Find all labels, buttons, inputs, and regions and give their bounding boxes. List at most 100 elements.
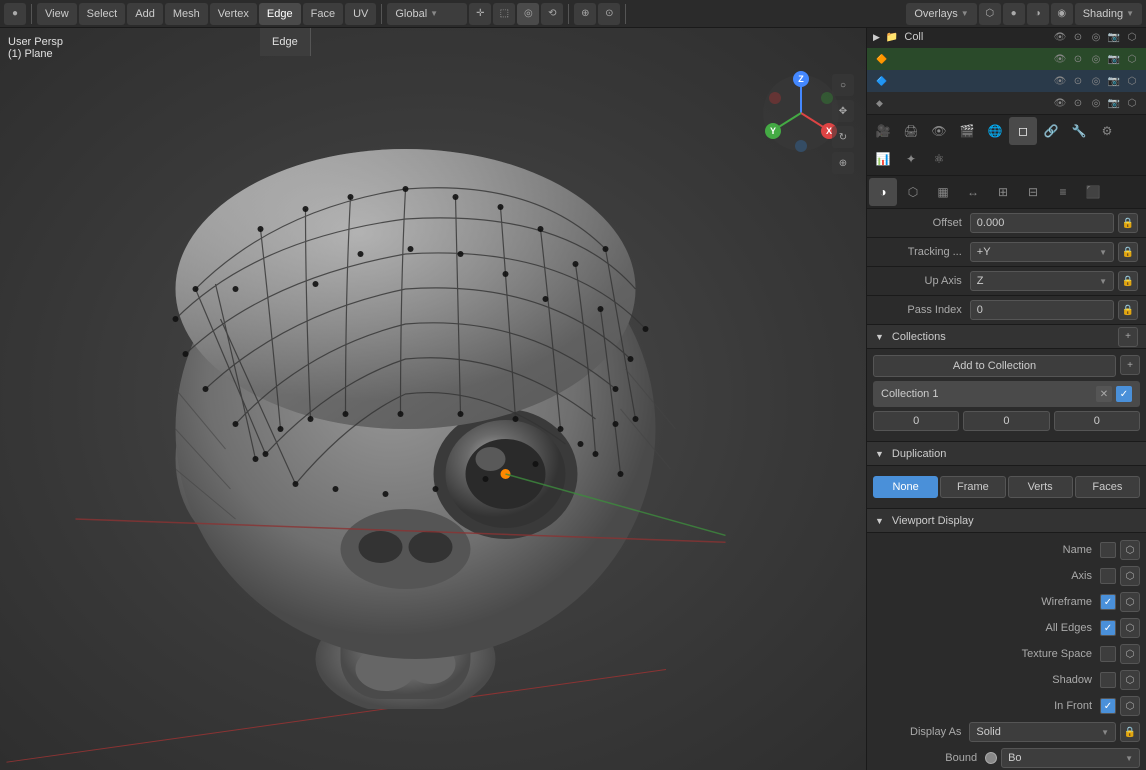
app-icon[interactable]: ● <box>4 3 26 25</box>
dup-faces-btn[interactable]: Faces <box>1075 476 1140 498</box>
menu-face[interactable]: Face <box>303 3 343 25</box>
dup-frame-btn[interactable]: Frame <box>940 476 1005 498</box>
overlays-btn[interactable]: Overlays ▼ <box>906 3 976 25</box>
obj-vis[interactable]: 👁 <box>1052 51 1068 67</box>
sub-tab-6[interactable]: ⊟ <box>1019 178 1047 206</box>
menu-view[interactable]: View <box>37 3 77 25</box>
display-as-dropdown[interactable]: Solid ▼ <box>969 722 1116 742</box>
in-front-checkbox[interactable]: ✓ <box>1100 698 1116 714</box>
axis-extra[interactable]: ⬡ <box>1120 566 1140 586</box>
obj-cam[interactable]: 📷 <box>1106 51 1122 67</box>
cursor-icon[interactable]: ✛ <box>469 3 491 25</box>
props-tab-world[interactable]: 🌐 <box>981 117 1009 145</box>
texture-extra[interactable]: ⬡ <box>1120 644 1140 664</box>
tracking-lock[interactable]: 🔒 <box>1118 242 1138 262</box>
offset-lock[interactable]: 🔒 <box>1118 213 1138 233</box>
sub-tab-5[interactable]: ⊞ <box>989 178 1017 206</box>
menu-select[interactable]: Select <box>79 3 126 25</box>
props-tab-modifier[interactable]: 🔧 <box>1065 117 1093 145</box>
up-axis-dropdown[interactable]: Z ▼ <box>970 271 1114 291</box>
shading-btn[interactable]: Shading ▼ <box>1075 3 1142 25</box>
vp-icon-2[interactable]: ⬡ <box>1124 29 1140 45</box>
obj3-vis[interactable]: 👁 <box>1052 95 1068 111</box>
viewport[interactable]: User Persp (1) Plane <box>0 28 866 770</box>
obj3-vp[interactable]: ⬡ <box>1124 95 1140 111</box>
obj2-sel[interactable]: ⊙ <box>1070 73 1086 89</box>
sub-tab-4[interactable]: ↔ <box>959 178 987 206</box>
dup-verts-btn[interactable]: Verts <box>1008 476 1073 498</box>
props-tab-shader[interactable]: ⚙ <box>1093 117 1121 145</box>
pass-index-lock[interactable]: 🔒 <box>1118 300 1138 320</box>
menu-add[interactable]: Add <box>127 3 163 25</box>
box-select-icon[interactable]: ⬚ <box>493 3 515 25</box>
z-field[interactable]: 0 <box>1054 411 1140 431</box>
nav-arrows-icon[interactable]: ✥ <box>832 100 854 122</box>
up-axis-lock[interactable]: 🔒 <box>1118 271 1138 291</box>
obj3-cam[interactable]: 📷 <box>1106 95 1122 111</box>
obj2-vis[interactable]: 👁 <box>1052 73 1068 89</box>
props-tab-scene[interactable]: 🎬 <box>953 117 981 145</box>
menu-mesh[interactable]: Mesh <box>165 3 208 25</box>
render-icon[interactable]: ◉ <box>1051 3 1073 25</box>
add-collection-btn[interactable]: Add to Collection <box>873 355 1116 377</box>
name-checkbox[interactable] <box>1100 542 1116 558</box>
all-edges-extra[interactable]: ⬡ <box>1120 618 1140 638</box>
transform-icon[interactable]: ⟲ <box>541 3 563 25</box>
dup-none-btn[interactable]: None <box>873 476 938 498</box>
nav-rotate-icon[interactable]: ↻ <box>832 126 854 148</box>
cam-icon-2[interactable]: 📷 <box>1106 29 1122 45</box>
wireframe-extra[interactable]: ⬡ <box>1120 592 1140 612</box>
obj2-ren[interactable]: ◎ <box>1088 73 1104 89</box>
solid-icon[interactable]: ● <box>1003 3 1025 25</box>
offset-field[interactable]: 0.000 <box>970 213 1114 233</box>
props-tab-constraints[interactable]: 🔗 <box>1037 117 1065 145</box>
sub-tab-2[interactable]: ⬡ <box>899 178 927 206</box>
lasso-icon[interactable]: ◎ <box>517 3 539 25</box>
axis-checkbox[interactable] <box>1100 568 1116 584</box>
all-edges-checkbox[interactable]: ✓ <box>1100 620 1116 636</box>
tree-row-obj3[interactable]: ◆ 👁 ⊙ ◎ 📷 ⬡ <box>867 92 1146 114</box>
sub-tab-8[interactable]: ⬛ <box>1079 178 1107 206</box>
pass-index-field[interactable]: 0 <box>970 300 1114 320</box>
tree-row-obj1[interactable]: 🔶 👁 ⊙ ◎ 📷 ⬡ <box>867 48 1146 70</box>
duplication-header[interactable]: ▼ Duplication <box>867 442 1146 466</box>
obj2-cam[interactable]: 📷 <box>1106 73 1122 89</box>
material-icon[interactable]: ◑ <box>1027 3 1049 25</box>
wireframe-checkbox[interactable]: ✓ <box>1100 594 1116 610</box>
collection-item-1[interactable]: Collection 1 ✕ ✓ <box>873 381 1140 407</box>
visibility-icon[interactable]: 👁 <box>1052 29 1068 45</box>
props-tab-output[interactable]: 🖨 <box>897 117 925 145</box>
sub-tab-7[interactable]: ≡ <box>1049 178 1077 206</box>
y-field[interactable]: 0 <box>963 411 1049 431</box>
name-extra[interactable]: ⬡ <box>1120 540 1140 560</box>
collections-header[interactable]: ▼ Collections + <box>867 325 1146 349</box>
obj3-ren[interactable]: ◎ <box>1088 95 1104 111</box>
vp-display-header[interactable]: ▼ Viewport Display <box>867 509 1146 533</box>
bound-dot[interactable] <box>985 752 997 764</box>
props-tab-particles[interactable]: ✦ <box>897 145 925 173</box>
wireframe-icon[interactable]: ⬡ <box>979 3 1001 25</box>
select-icon[interactable]: ⊙ <box>1070 29 1086 45</box>
x-field[interactable]: 0 <box>873 411 959 431</box>
edge-tab[interactable]: Edge <box>260 28 311 56</box>
obj2-vp[interactable]: ⬡ <box>1124 73 1140 89</box>
props-tab-data[interactable]: 📊 <box>869 145 897 173</box>
add-collection-plus[interactable]: + <box>1120 355 1140 375</box>
proportional-icon[interactable]: ⊙ <box>598 3 620 25</box>
tree-row-obj2[interactable]: 🔷 👁 ⊙ ◎ 📷 ⬡ <box>867 70 1146 92</box>
obj3-sel[interactable]: ⊙ <box>1070 95 1086 111</box>
obj-vp[interactable]: ⬡ <box>1124 51 1140 67</box>
menu-uv[interactable]: UV <box>345 3 376 25</box>
props-tab-view[interactable]: 👁 <box>925 117 953 145</box>
nav-circle-icon[interactable]: ○ <box>832 74 854 96</box>
obj-sel[interactable]: ⊙ <box>1070 51 1086 67</box>
snap-icon[interactable]: ⊕ <box>574 3 596 25</box>
collections-add-icon[interactable]: + <box>1118 327 1138 347</box>
collection-remove-btn[interactable]: ✕ <box>1096 386 1112 402</box>
props-tab-object[interactable]: ◻ <box>1009 117 1037 145</box>
obj-ren[interactable]: ◎ <box>1088 51 1104 67</box>
menu-vertex[interactable]: Vertex <box>210 3 257 25</box>
texture-space-checkbox[interactable] <box>1100 646 1116 662</box>
collection-check[interactable]: ✓ <box>1116 386 1132 402</box>
in-front-extra[interactable]: ⬡ <box>1120 696 1140 716</box>
